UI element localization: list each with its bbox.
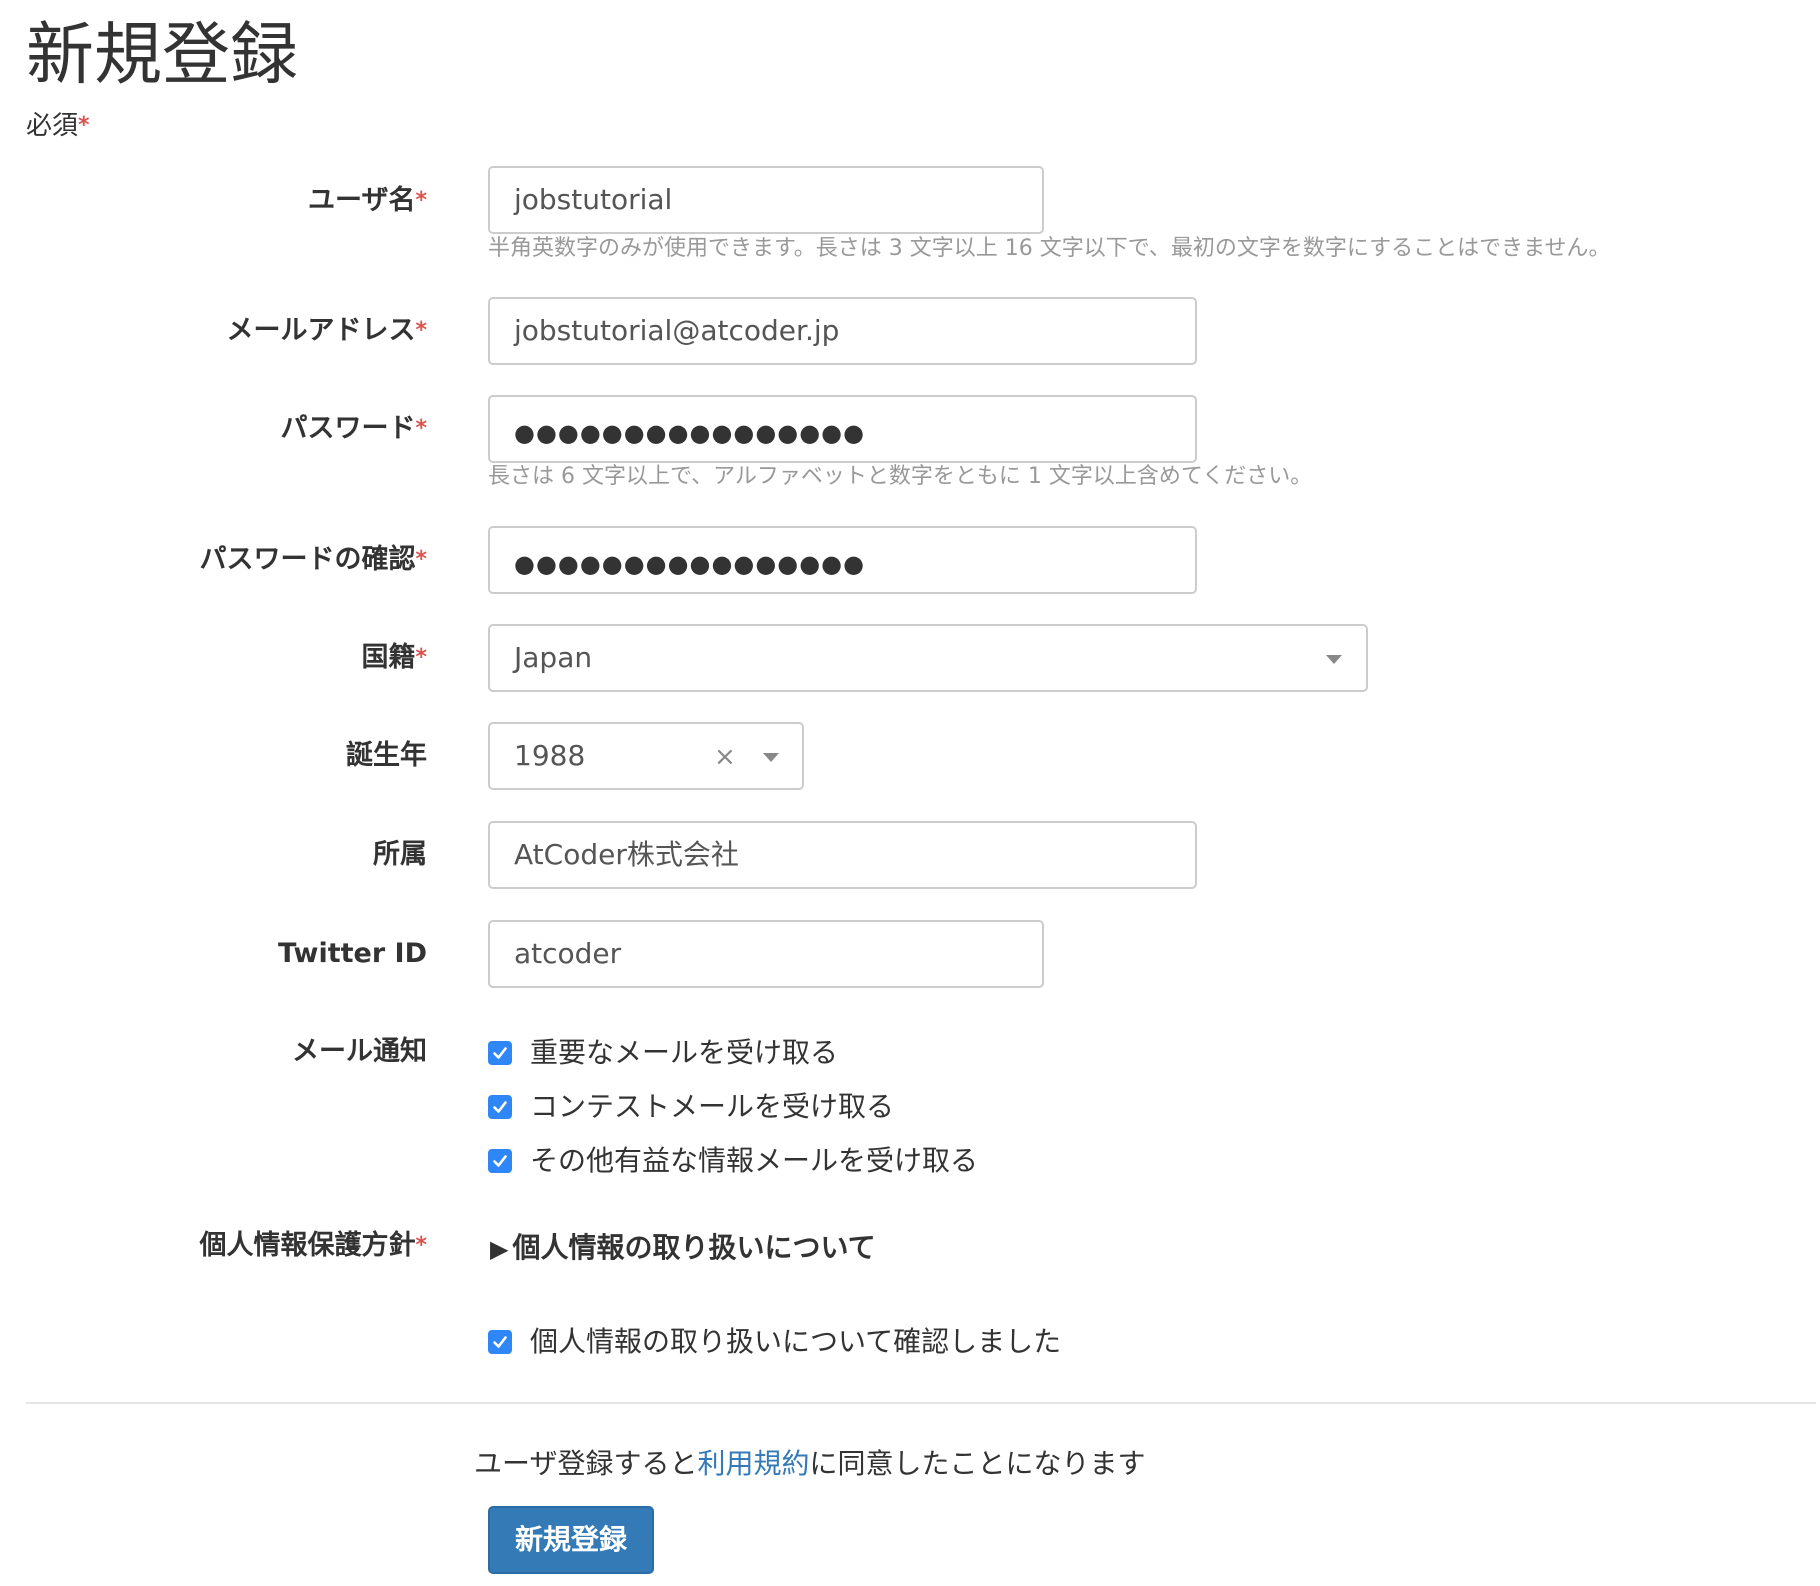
mail-notify-other[interactable]: その他有益な情報メールを受け取る <box>488 1141 978 1181</box>
required-note-text: 必須 <box>26 111 79 141</box>
checkbox-label[interactable]: 重要なメールを受け取る <box>530 1033 838 1073</box>
email-label-text: メールアドレス <box>226 315 416 346</box>
divider <box>26 1402 1816 1404</box>
country-label-text: 国籍 <box>361 642 416 673</box>
privacy-label-text: 個人情報保護方針 <box>199 1230 416 1261</box>
chevron-down-icon[interactable] <box>1326 655 1342 664</box>
twitter-label: Twitter ID <box>278 936 427 972</box>
password-confirm-label-text: パスワードの確認 <box>199 544 416 575</box>
password-input[interactable]: ●●●●●●●●●●●●●●●● <box>488 395 1197 463</box>
privacy-label: 個人情報保護方針* <box>199 1228 427 1264</box>
password-confirm-label: パスワードの確認* <box>199 542 427 578</box>
chevron-down-icon[interactable] <box>763 753 779 762</box>
mail-notify-label: メール通知 <box>292 1034 427 1070</box>
country-label: 国籍* <box>361 640 427 676</box>
password-label: パスワード* <box>280 411 427 447</box>
clear-icon[interactable]: × <box>714 742 736 772</box>
checkbox-label[interactable]: その他有益な情報メールを受け取る <box>530 1141 978 1181</box>
checkbox-checked-icon[interactable] <box>488 1330 512 1354</box>
page-title: 新規登録 <box>26 16 299 95</box>
checkbox-checked-icon[interactable] <box>488 1041 512 1065</box>
privacy-confirm-checkbox[interactable]: 個人情報の取り扱いについて確認しました <box>488 1322 1061 1362</box>
username-input[interactable]: jobstutorial <box>488 166 1044 234</box>
submit-button[interactable]: 新規登録 <box>488 1506 654 1574</box>
required-mark: * <box>415 1233 427 1258</box>
terms-link[interactable]: 利用規約 <box>697 1447 809 1480</box>
privacy-policy-toggle[interactable]: ▶ 個人情報の取り扱いについて <box>490 1228 876 1269</box>
email-input[interactable]: jobstutorial@atcoder.jp <box>488 297 1197 365</box>
mail-notify-label-text: メール通知 <box>292 1036 427 1067</box>
affiliation-input[interactable]: AtCoder株式会社 <box>488 821 1197 889</box>
twitter-input[interactable]: atcoder <box>488 920 1044 988</box>
terms-agreement-text: ユーザ登録すると利用規約に同意したことになります <box>474 1444 1145 1484</box>
checkbox-label[interactable]: 個人情報の取り扱いについて確認しました <box>530 1322 1061 1362</box>
triangle-right-icon: ▶ <box>490 1235 509 1263</box>
checkbox-label[interactable]: コンテストメールを受け取る <box>530 1087 894 1127</box>
password-label-text: パスワード <box>280 413 416 444</box>
required-mark: * <box>415 188 427 213</box>
twitter-label-text: Twitter ID <box>278 938 427 969</box>
username-label: ユーザ名* <box>308 183 427 219</box>
agree-suffix: に同意したことになります <box>809 1447 1146 1480</box>
birth-year-label-text: 誕生年 <box>346 740 427 771</box>
checkbox-checked-icon[interactable] <box>488 1149 512 1173</box>
checkbox-checked-icon[interactable] <box>488 1095 512 1119</box>
country-select[interactable]: Japan <box>488 624 1368 692</box>
password-confirm-input[interactable]: ●●●●●●●●●●●●●●●● <box>488 526 1197 594</box>
required-mark: * <box>78 113 90 138</box>
country-select-value: Japan <box>514 641 593 674</box>
birth-year-label: 誕生年 <box>346 738 427 774</box>
mail-notify-contest[interactable]: コンテストメールを受け取る <box>488 1087 894 1127</box>
username-label-text: ユーザ名 <box>308 185 416 216</box>
password-help-text: 長さは 6 文字以上で、アルファベットと数字をともに 1 文字以上含めてください… <box>488 464 1313 489</box>
username-help-text: 半角英数字のみが使用できます。長さは 3 文字以上 16 文字以下で、最初の文字… <box>488 236 1611 261</box>
privacy-policy-toggle-label[interactable]: 個人情報の取り扱いについて <box>512 1231 875 1264</box>
email-label: メールアドレス* <box>226 313 427 349</box>
affiliation-label-text: 所属 <box>373 839 427 870</box>
affiliation-label: 所属 <box>373 837 427 873</box>
birth-year-select-value: 1988 <box>514 739 586 772</box>
agree-prefix: ユーザ登録すると <box>474 1447 698 1480</box>
mail-notify-important[interactable]: 重要なメールを受け取る <box>488 1033 838 1073</box>
required-mark: * <box>415 416 427 441</box>
birth-year-select[interactable]: 1988 <box>488 722 804 790</box>
required-mark: * <box>415 318 427 343</box>
required-mark: * <box>415 645 427 670</box>
required-note: 必須* <box>26 108 90 144</box>
required-mark: * <box>415 547 427 572</box>
